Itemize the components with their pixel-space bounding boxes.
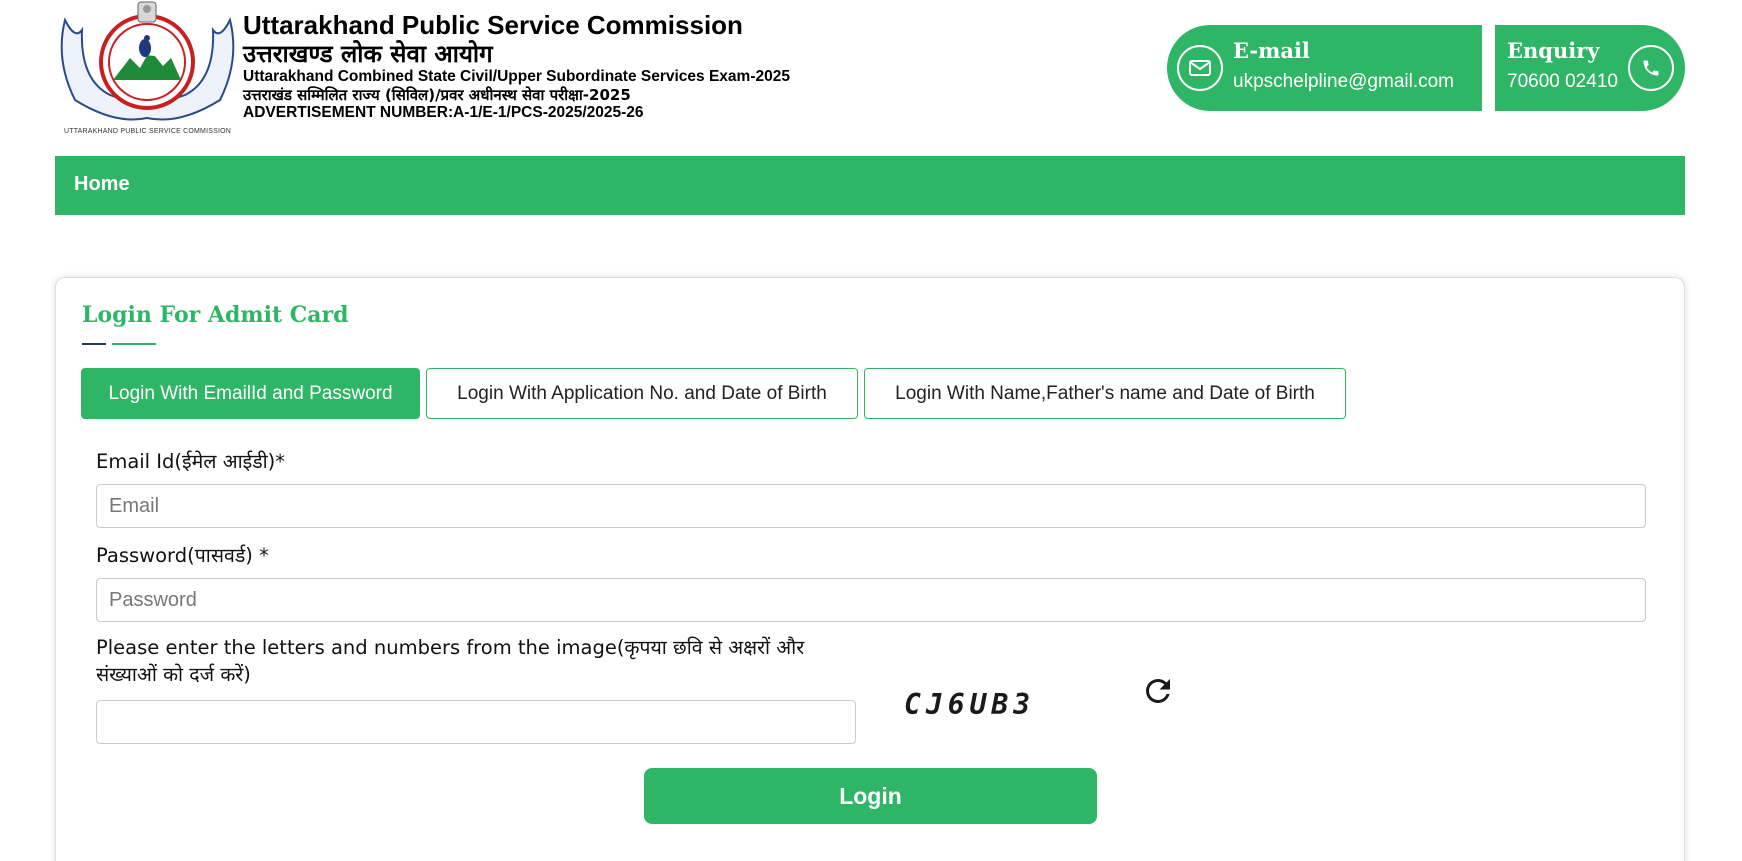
exam-title-english: Uttarakhand Combined State Civil/Upper S… <box>243 68 790 85</box>
captcha-input[interactable] <box>96 700 856 744</box>
advertisement-number: ADVERTISEMENT NUMBER:A-1/E-1/PCS-2025/20… <box>243 104 644 121</box>
logo-caption: UTTARAKHAND PUBLIC SERVICE COMMISSION <box>64 128 231 135</box>
password-field-label: Password(पासवर्ड) * <box>96 544 269 567</box>
emblem-icon <box>60 1 235 121</box>
tab-application-dob[interactable]: Login With Application No. and Date of B… <box>426 368 858 419</box>
ukpsc-logo: UTTARAKHAND PUBLIC SERVICE COMMISSION <box>55 0 240 138</box>
header-titles: Uttarakhand Public Service Commission उत… <box>243 10 790 122</box>
tab-name-father-dob[interactable]: Login With Name,Father's name and Date o… <box>864 368 1346 419</box>
main-navbar: Home <box>55 156 1685 215</box>
email-contact-box[interactable]: E-mail ukpschelpline@gmail.com <box>1167 25 1482 111</box>
tab-email-password[interactable]: Login With EmailId and Password <box>81 368 420 419</box>
email-label: E-mail <box>1233 38 1310 63</box>
commission-title-english: Uttarakhand Public Service Commission <box>243 10 743 40</box>
phone-icon <box>1628 45 1674 91</box>
title-underline-navy <box>82 343 106 345</box>
email-field-label: Email Id(ईमेल आईडी)* <box>96 450 286 473</box>
commission-title-hindi: उत्तराखण्ड लोक सेवा आयोग <box>243 40 493 68</box>
envelope-icon <box>1177 45 1223 91</box>
refresh-icon[interactable] <box>1137 670 1179 712</box>
nav-home-link[interactable]: Home <box>74 173 130 196</box>
site-header: UTTARAKHAND PUBLIC SERVICE COMMISSION Ut… <box>55 0 1685 150</box>
exam-title-hindi: उत्तराखंड सम्मिलित राज्य (सिविल)/प्रवर अ… <box>243 86 631 104</box>
email-input[interactable] <box>96 484 1646 528</box>
login-card-title: Login For Admit Card <box>82 302 349 328</box>
title-underline-green <box>112 343 156 345</box>
enquiry-label: Enquiry <box>1507 38 1600 63</box>
captcha-field-label: Please enter the letters and numbers fro… <box>96 636 805 686</box>
login-button[interactable]: Login <box>644 768 1097 824</box>
enquiry-contact-box[interactable]: Enquiry 70600 02410 <box>1495 25 1685 111</box>
email-value[interactable]: ukpschelpline@gmail.com <box>1233 71 1454 93</box>
password-input[interactable] <box>96 578 1646 622</box>
enquiry-value[interactable]: 70600 02410 <box>1507 71 1618 93</box>
captcha-image: CJ6UB3 <box>904 687 1036 721</box>
login-card: Login For Admit Card Login With EmailId … <box>55 277 1685 861</box>
